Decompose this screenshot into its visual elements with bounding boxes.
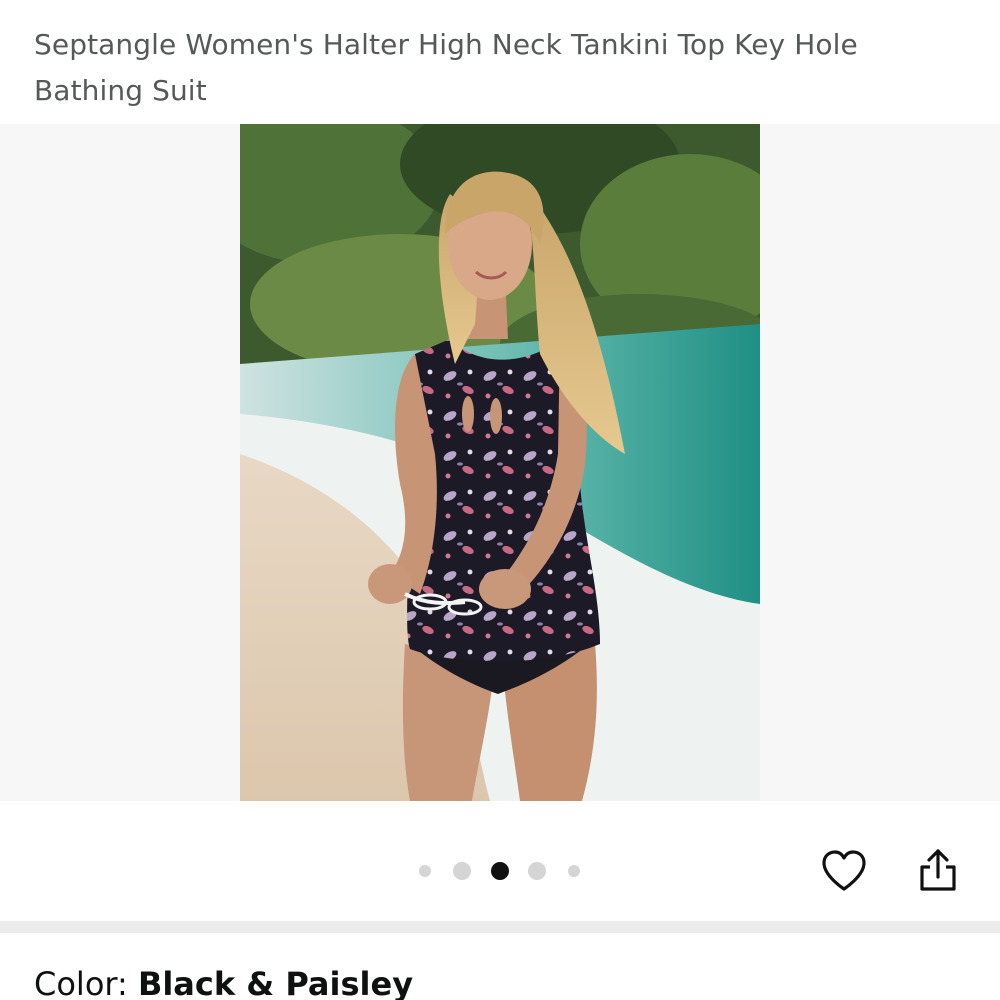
product-image[interactable]	[240, 124, 760, 801]
share-button[interactable]	[912, 845, 964, 897]
color-value: Black & Paisley	[137, 965, 414, 1000]
pagination-dot[interactable]	[453, 862, 471, 880]
pagination-dot-active[interactable]	[491, 862, 509, 880]
pagination-dot[interactable]	[528, 862, 546, 880]
heart-icon	[822, 850, 866, 891]
product-title: Septangle Women's Halter High Neck Tanki…	[34, 28, 858, 107]
product-photo	[240, 124, 760, 801]
color-label: Color:	[34, 965, 138, 1000]
section-divider	[0, 921, 1000, 933]
wishlist-button[interactable]	[818, 845, 870, 897]
pagination-dot[interactable]	[568, 865, 580, 877]
pagination-dot[interactable]	[419, 865, 431, 877]
share-icon	[920, 849, 956, 891]
color-selection: Color: Black & Paisley	[34, 962, 413, 1000]
gallery-controls	[0, 801, 1000, 921]
image-gallery[interactable]	[0, 124, 1000, 801]
